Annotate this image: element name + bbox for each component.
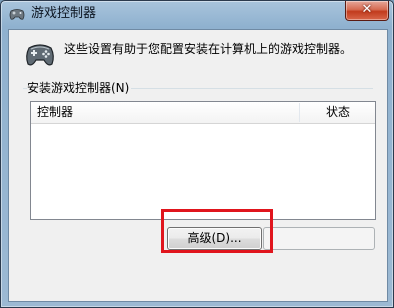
- intro-text: 这些设置有助于您配置安装在计算机上的游戏控制器。: [64, 42, 353, 56]
- column-header-controller[interactable]: 控制器: [37, 105, 73, 120]
- game-controllers-window: 游戏控制器 ✕ 这些设置有助于您配置安装在计算机上的游戏控制器。 安装游戏控制器…: [0, 0, 394, 308]
- window-title: 游戏控制器: [31, 6, 97, 21]
- installed-controllers-label: 安装游戏控制器(N): [27, 81, 132, 95]
- column-header-status[interactable]: 状态: [308, 105, 368, 120]
- close-icon: ✕: [361, 2, 373, 17]
- dialog-body: 这些设置有助于您配置安装在计算机上的游戏控制器。 安装游戏控制器(N) 控制器 …: [8, 29, 388, 302]
- title-bar[interactable]: 游戏控制器 ✕: [1, 1, 393, 29]
- column-separator[interactable]: [299, 103, 300, 122]
- properties-button[interactable]: [263, 227, 375, 250]
- controllers-list[interactable]: 控制器 状态: [30, 101, 376, 220]
- highlight-box: [161, 209, 273, 253]
- close-button[interactable]: ✕: [345, 1, 389, 21]
- list-header: 控制器 状态: [31, 102, 375, 124]
- gamepad-icon: [26, 44, 54, 66]
- gamepad-icon: [9, 9, 25, 20]
